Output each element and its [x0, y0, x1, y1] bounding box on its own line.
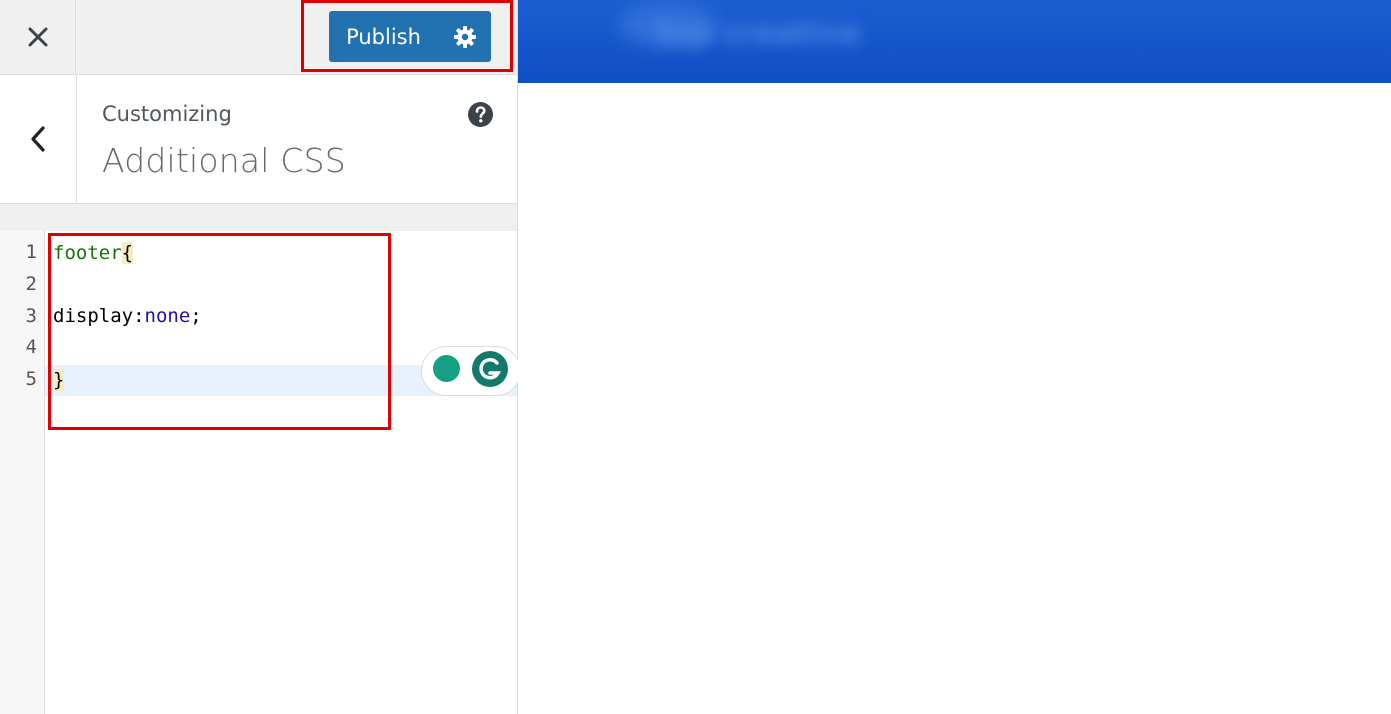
code-line-5[interactable]: }	[53, 365, 65, 396]
css-semicolon: ;	[190, 305, 202, 327]
css-property: display	[53, 305, 134, 327]
line-number: 3	[25, 305, 37, 327]
site-preview[interactable]: top creative	[518, 0, 1391, 714]
publish-button[interactable]: Publish	[329, 11, 438, 62]
grammarly-icon[interactable]	[472, 351, 508, 387]
customizer-header: Publish	[0, 0, 517, 75]
help-icon	[475, 106, 486, 123]
close-brace: }	[53, 369, 65, 391]
open-brace: {	[121, 242, 134, 264]
code-line-1[interactable]: footer{	[53, 238, 134, 269]
code-line-3[interactable]: display:none;	[53, 301, 202, 332]
section-header: Customizing Additional CSS	[0, 75, 517, 204]
css-colon: :	[133, 305, 145, 327]
close-customizer-button[interactable]	[0, 0, 76, 74]
breadcrumb: Customizing	[102, 102, 232, 126]
close-icon	[28, 27, 47, 47]
line-number: 5	[25, 368, 37, 390]
chevron-left-icon	[31, 126, 45, 152]
css-selector: footer	[53, 242, 122, 264]
publish-settings-button[interactable]	[438, 11, 491, 62]
customizer-panel: Publish Customizing Additional CSS 1 2 3…	[0, 0, 521, 714]
gear-icon	[453, 25, 476, 48]
publish-button-group: Publish	[329, 11, 491, 62]
page-title: Additional CSS	[102, 141, 346, 180]
site-brand-blurred: top creative	[656, 16, 861, 51]
line-number: 1	[25, 241, 37, 263]
line-number-gutter: 1 2 3 4 5	[0, 231, 45, 714]
preview-site-header: top creative	[518, 0, 1391, 83]
css-value: none	[144, 305, 191, 327]
line-number: 2	[25, 273, 37, 295]
grammarly-g-icon	[479, 358, 501, 380]
back-button[interactable]	[0, 75, 77, 203]
css-code-editor[interactable]: 1 2 3 4 5 footer{ display:none; }	[0, 231, 517, 714]
grammar-status-icon[interactable]	[433, 355, 460, 382]
line-number: 4	[25, 336, 37, 358]
help-button[interactable]	[468, 102, 493, 127]
